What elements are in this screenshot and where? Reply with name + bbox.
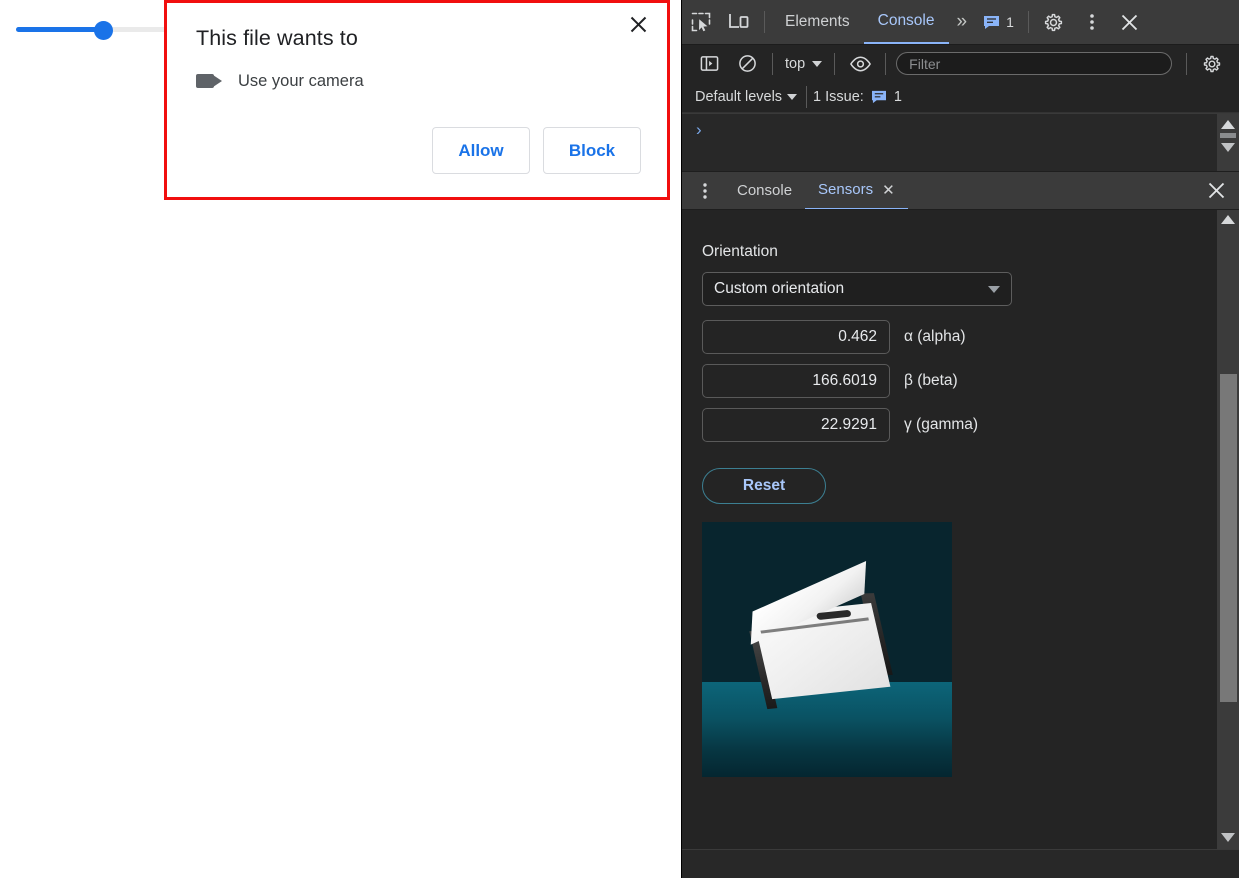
close-icon[interactable] xyxy=(1111,4,1149,40)
permission-dialog-actions: Allow Block xyxy=(167,127,667,174)
drawer-tabbar: Console Sensors ✕ xyxy=(682,171,1239,210)
tab-elements[interactable]: Elements xyxy=(771,0,864,44)
device-toolbar-icon[interactable] xyxy=(720,4,758,40)
sensors-content: Orientation Custom orientation α (alpha)… xyxy=(682,210,1239,777)
console-scrollbar[interactable] xyxy=(1217,114,1239,171)
camera-permission-dialog: This file wants to Use your camera Allow… xyxy=(164,0,670,200)
issue-summary-count: 1 xyxy=(893,89,902,105)
gear-icon[interactable] xyxy=(1035,4,1073,40)
toolbar-divider xyxy=(764,11,765,33)
bottom-strip xyxy=(682,850,1239,878)
console-levels-bar: Default levels 1 Issue: 1 xyxy=(682,82,1239,113)
screenshot-root: This file wants to Use your camera Allow… xyxy=(0,0,1239,878)
block-button[interactable]: Block xyxy=(543,127,641,174)
video-camera-icon xyxy=(196,71,224,91)
web-page-content: This file wants to Use your camera Allow… xyxy=(0,0,681,878)
beta-label: β (beta) xyxy=(904,372,958,389)
slider-fill xyxy=(16,27,103,32)
console-output-area[interactable]: › xyxy=(682,113,1239,171)
execution-context-label: top xyxy=(785,55,806,72)
clear-console-icon[interactable] xyxy=(728,46,766,82)
more-tabs-icon[interactable]: » xyxy=(949,4,976,40)
drawer-close-icon[interactable] xyxy=(1197,173,1235,209)
alpha-label: α (alpha) xyxy=(904,328,966,345)
console-toolbar-divider xyxy=(772,52,773,75)
alpha-input[interactable] xyxy=(702,320,890,354)
close-icon[interactable] xyxy=(623,9,653,39)
drawer-tab-console[interactable]: Console xyxy=(724,172,805,210)
drawer-tab-sensors[interactable]: Sensors ✕ xyxy=(805,172,908,210)
orientation-preset-value: Custom orientation xyxy=(714,280,845,297)
sensors-panel: Orientation Custom orientation α (alpha)… xyxy=(682,209,1239,849)
console-filter-input[interactable] xyxy=(896,52,1172,75)
scroll-down-arrow-icon[interactable] xyxy=(1221,833,1235,842)
scroll-up-arrow-icon[interactable] xyxy=(1221,215,1235,224)
console-sidebar-icon[interactable] xyxy=(690,46,728,82)
gamma-input[interactable] xyxy=(702,408,890,442)
console-prompt-caret: › xyxy=(696,120,702,139)
live-expression-icon[interactable] xyxy=(841,46,879,82)
levels-divider xyxy=(806,86,808,108)
sensors-panel-scrollbar[interactable] xyxy=(1217,210,1239,849)
chevron-down-icon xyxy=(787,94,798,100)
inspect-element-icon[interactable] xyxy=(682,4,720,40)
issue-message-icon xyxy=(984,15,1000,29)
issues-count: 1 xyxy=(1006,14,1014,30)
allow-button[interactable]: Allow xyxy=(432,127,530,174)
permission-item-label: Use your camera xyxy=(238,71,364,90)
issue-summary[interactable]: 1 Issue: 1 xyxy=(813,89,902,105)
scroll-down-arrow-icon[interactable] xyxy=(1221,143,1235,152)
drawer-tab-label: Sensors xyxy=(818,181,874,198)
range-slider[interactable] xyxy=(16,21,166,40)
console-toolbar-divider-3 xyxy=(885,52,887,75)
issues-counter[interactable]: 1 xyxy=(975,7,1022,37)
drawer-tab-close-icon[interactable]: ✕ xyxy=(882,181,895,199)
log-levels-label: Default levels xyxy=(695,89,783,105)
alpha-row: α (alpha) xyxy=(702,320,1239,354)
scrollbar-thumb[interactable] xyxy=(1220,133,1236,138)
orientation-preset-select[interactable]: Custom orientation xyxy=(702,272,1012,306)
gamma-row: γ (gamma) xyxy=(702,408,1239,442)
beta-row: β (beta) xyxy=(702,364,1239,398)
console-settings-gear-icon[interactable] xyxy=(1193,46,1231,82)
gamma-label: γ (gamma) xyxy=(904,416,979,433)
toolbar-divider-2 xyxy=(1027,11,1029,33)
drawer-tab-label: Console xyxy=(737,182,793,199)
permission-dialog-title: This file wants to xyxy=(196,26,358,50)
kebab-menu-icon[interactable] xyxy=(1073,4,1111,40)
console-toolbar: top xyxy=(682,45,1239,82)
drawer-kebab-menu-icon[interactable] xyxy=(686,173,724,209)
log-levels-select[interactable]: Default levels xyxy=(692,89,800,105)
reset-button[interactable]: Reset xyxy=(702,468,826,504)
scrollbar-thumb[interactable] xyxy=(1220,374,1237,702)
execution-context-select[interactable]: top xyxy=(779,52,828,76)
device-orientation-3d-box[interactable] xyxy=(702,522,952,777)
slider-thumb[interactable] xyxy=(93,21,113,40)
devtools-panel: Elements Console » 1 top Filter Default … xyxy=(681,0,1239,878)
issue-summary-label: 1 Issue: xyxy=(813,89,864,105)
console-toolbar-divider-4 xyxy=(1186,52,1187,75)
issue-message-icon xyxy=(871,90,886,104)
permission-item-camera: Use your camera xyxy=(196,71,364,91)
orientation-section-title: Orientation xyxy=(702,243,778,260)
console-toolbar-divider-2 xyxy=(834,52,836,75)
scroll-up-arrow-icon[interactable] xyxy=(1221,120,1235,129)
chevron-down-icon xyxy=(988,285,1000,293)
devtools-main-toolbar: Elements Console » 1 xyxy=(682,0,1239,45)
beta-input[interactable] xyxy=(702,364,890,398)
tab-console[interactable]: Console xyxy=(863,0,949,44)
chevron-down-icon xyxy=(812,60,823,67)
